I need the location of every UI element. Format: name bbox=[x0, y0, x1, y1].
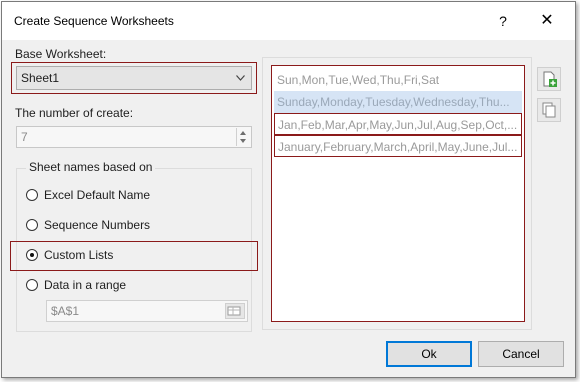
list-item[interactable]: January,February,March,April,May,June,Ju… bbox=[274, 135, 522, 157]
base-worksheet-label: Base Worksheet: bbox=[15, 47, 107, 61]
stepper-up-icon[interactable] bbox=[240, 131, 246, 135]
stepper-buttons[interactable] bbox=[236, 128, 250, 146]
range-select-icon[interactable] bbox=[225, 303, 245, 319]
base-worksheet-value: Sheet1 bbox=[21, 71, 60, 85]
number-of-create-stepper[interactable]: 7 bbox=[16, 126, 252, 148]
ok-button[interactable]: Ok bbox=[386, 341, 472, 367]
dialog-title: Create Sequence Worksheets bbox=[14, 14, 174, 28]
radio-circle[interactable] bbox=[26, 189, 38, 201]
create-sequence-worksheets-dialog: Create Sequence Worksheets ? ✕ Base Work… bbox=[1, 1, 576, 378]
custom-lists-listbox[interactable]: Sun,Mon,Tue,Wed,Thu,Fri,Sat Sunday,Monda… bbox=[271, 65, 525, 322]
radio-label: Custom Lists bbox=[44, 248, 114, 262]
range-input[interactable]: $A$1 bbox=[46, 300, 248, 322]
title-bar: Create Sequence Worksheets ? ✕ bbox=[2, 2, 575, 40]
add-list-icon[interactable] bbox=[537, 67, 561, 91]
help-button[interactable]: ? bbox=[488, 8, 518, 34]
sheet-names-group-title: Sheet names based on bbox=[26, 160, 156, 174]
list-item[interactable]: Sun,Mon,Tue,Wed,Thu,Fri,Sat bbox=[274, 69, 522, 91]
radio-selected-dot bbox=[30, 253, 34, 257]
base-worksheet-select[interactable]: Sheet1 bbox=[16, 66, 252, 90]
radio-circle[interactable] bbox=[26, 249, 38, 261]
radio-circle[interactable] bbox=[26, 279, 38, 291]
number-of-create-value: 7 bbox=[21, 130, 28, 144]
list-item-selected[interactable]: Sunday,Monday,Tuesday,Wednesday,Thu... bbox=[274, 91, 522, 113]
number-of-create-label: The number of create: bbox=[15, 106, 134, 120]
copy-list-icon[interactable] bbox=[537, 98, 561, 122]
radio-label: Sequence Numbers bbox=[44, 218, 151, 232]
list-item[interactable]: Jan,Feb,Mar,Apr,May,Jun,Jul,Aug,Sep,Oct,… bbox=[274, 113, 522, 135]
chevron-down-icon bbox=[236, 75, 245, 81]
close-button[interactable]: ✕ bbox=[530, 8, 564, 34]
radio-label: Data in a range bbox=[44, 278, 127, 292]
radio-circle[interactable] bbox=[26, 219, 38, 231]
cancel-button[interactable]: Cancel bbox=[478, 341, 564, 367]
radio-label: Excel Default Name bbox=[44, 188, 151, 202]
range-value: $A$1 bbox=[51, 304, 80, 318]
stepper-down-icon[interactable] bbox=[240, 139, 246, 143]
